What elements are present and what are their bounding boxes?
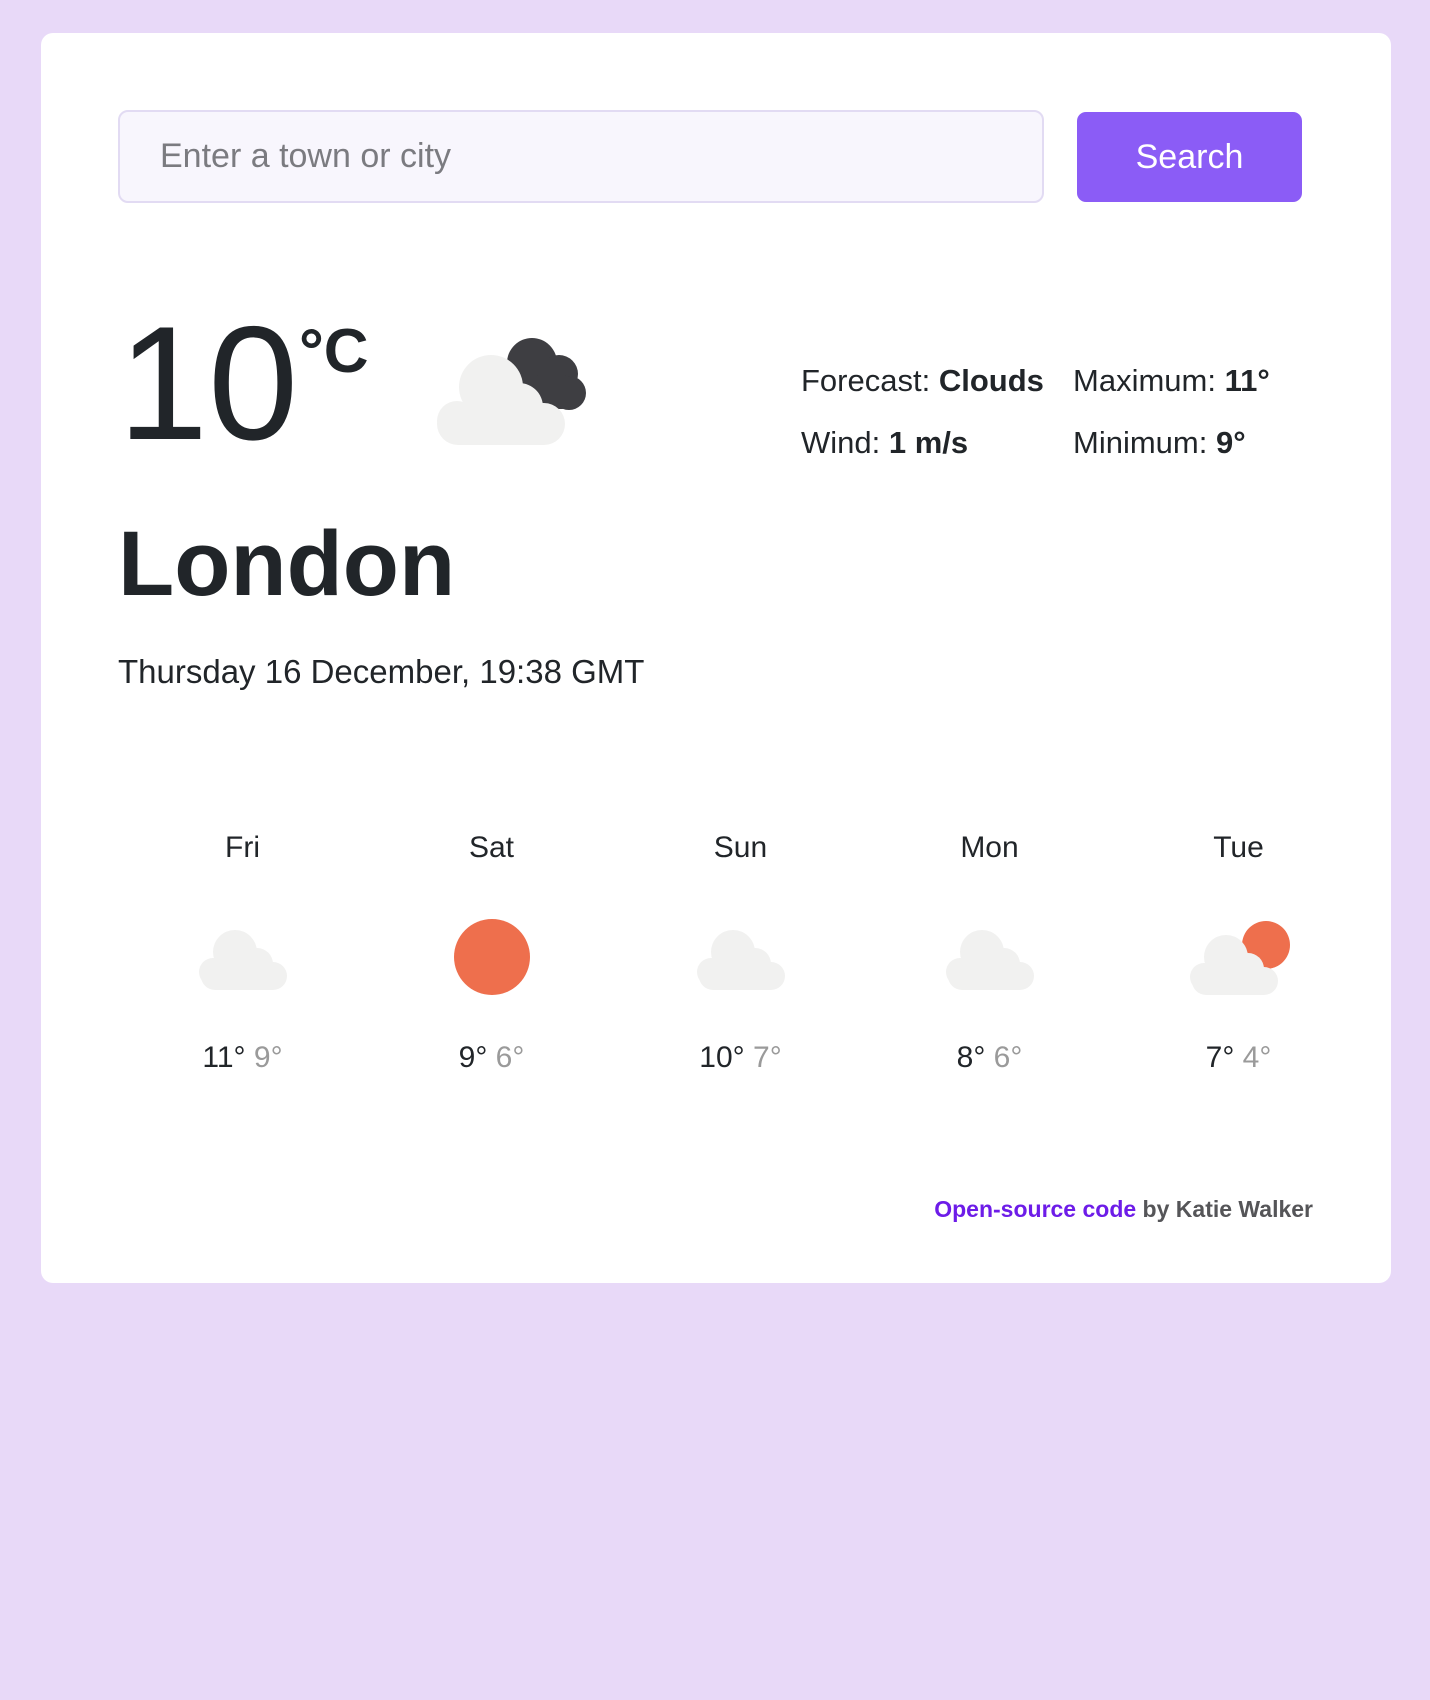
sun-icon [367,911,616,1003]
wind-stat: Wind: 1 m/s [801,425,969,460]
forecast-list: Fri 11° 9° Sat 9° 6° Sun 10° 7° Mon 8° 6… [118,833,1363,1093]
footer-credit: Open-source code by Katie Walker [934,1196,1313,1223]
cloud-icon [865,911,1114,1003]
forecast-day: Sun 10° 7° [616,833,865,1073]
forecast-max: 11° [202,1041,246,1074]
maximum-value: 11° [1224,363,1270,398]
forecast-min: 7° [753,1041,782,1074]
forecast-min: 9° [253,1041,283,1074]
open-source-link[interactable]: Open-source code [934,1196,1136,1222]
weather-stats-left: Forecast: Clouds Wind: 1 m/s [801,350,1044,474]
sun-behind-cloud-icon [1114,911,1363,1003]
forecast-min: 6° [993,1041,1023,1074]
forecast-temps: 11° 9° [118,1043,367,1073]
forecast-min: 4° [1242,1041,1272,1074]
forecast-day-name: Sat [468,831,515,864]
search-button[interactable]: Search [1077,112,1302,202]
weather-stats-right: Maximum: 11° Minimum: 9° [1073,350,1270,474]
forecast-max: 7° [1205,1041,1235,1074]
wind-value: 1 m/s [888,425,969,460]
forecast-temps: 7° 4° [1114,1043,1363,1073]
search-input[interactable] [118,110,1044,203]
forecast-day-name: Sun [713,831,768,864]
forecast-max: 10° [699,1041,745,1074]
forecast-value: Clouds [938,363,1044,398]
temperature-unit: °C [299,317,369,386]
city-name: London [118,513,456,615]
forecast-day-name: Fri [225,831,260,864]
forecast-temps: 8° 6° [865,1043,1114,1073]
maximum-stat: Maximum: 11° [1073,363,1270,398]
forecast-day: Sat 9° 6° [367,833,616,1073]
minimum-value: 9° [1215,425,1246,460]
forecast-min: 6° [495,1041,525,1074]
author-credit: by Katie Walker [1136,1196,1313,1222]
forecast-day: Mon 8° 6° [865,833,1114,1073]
forecast-max: 9° [458,1041,488,1074]
current-temperature: 10 [118,293,299,474]
minimum-stat: Minimum: 9° [1073,425,1246,460]
forecast-day-name: Tue [1213,831,1264,864]
forecast-stat: Forecast: Clouds [801,363,1044,398]
forecast-temps: 10° 7° [616,1043,865,1073]
cloud-icon [616,911,865,1003]
cloud-with-dark-cloud-icon [419,325,594,460]
forecast-max: 8° [956,1041,986,1074]
forecast-day: Fri 11° 9° [118,833,367,1073]
forecast-day-name: Mon [960,831,1019,864]
current-datetime: Thursday 16 December, 19:38 GMT [118,653,645,690]
forecast-day: Tue 7° 4° [1114,833,1363,1073]
cloud-icon [118,911,367,1003]
weather-card: Search 10 °C Forecast: Clouds Wind: 1 m/… [41,33,1391,1283]
forecast-temps: 9° 6° [367,1043,616,1073]
